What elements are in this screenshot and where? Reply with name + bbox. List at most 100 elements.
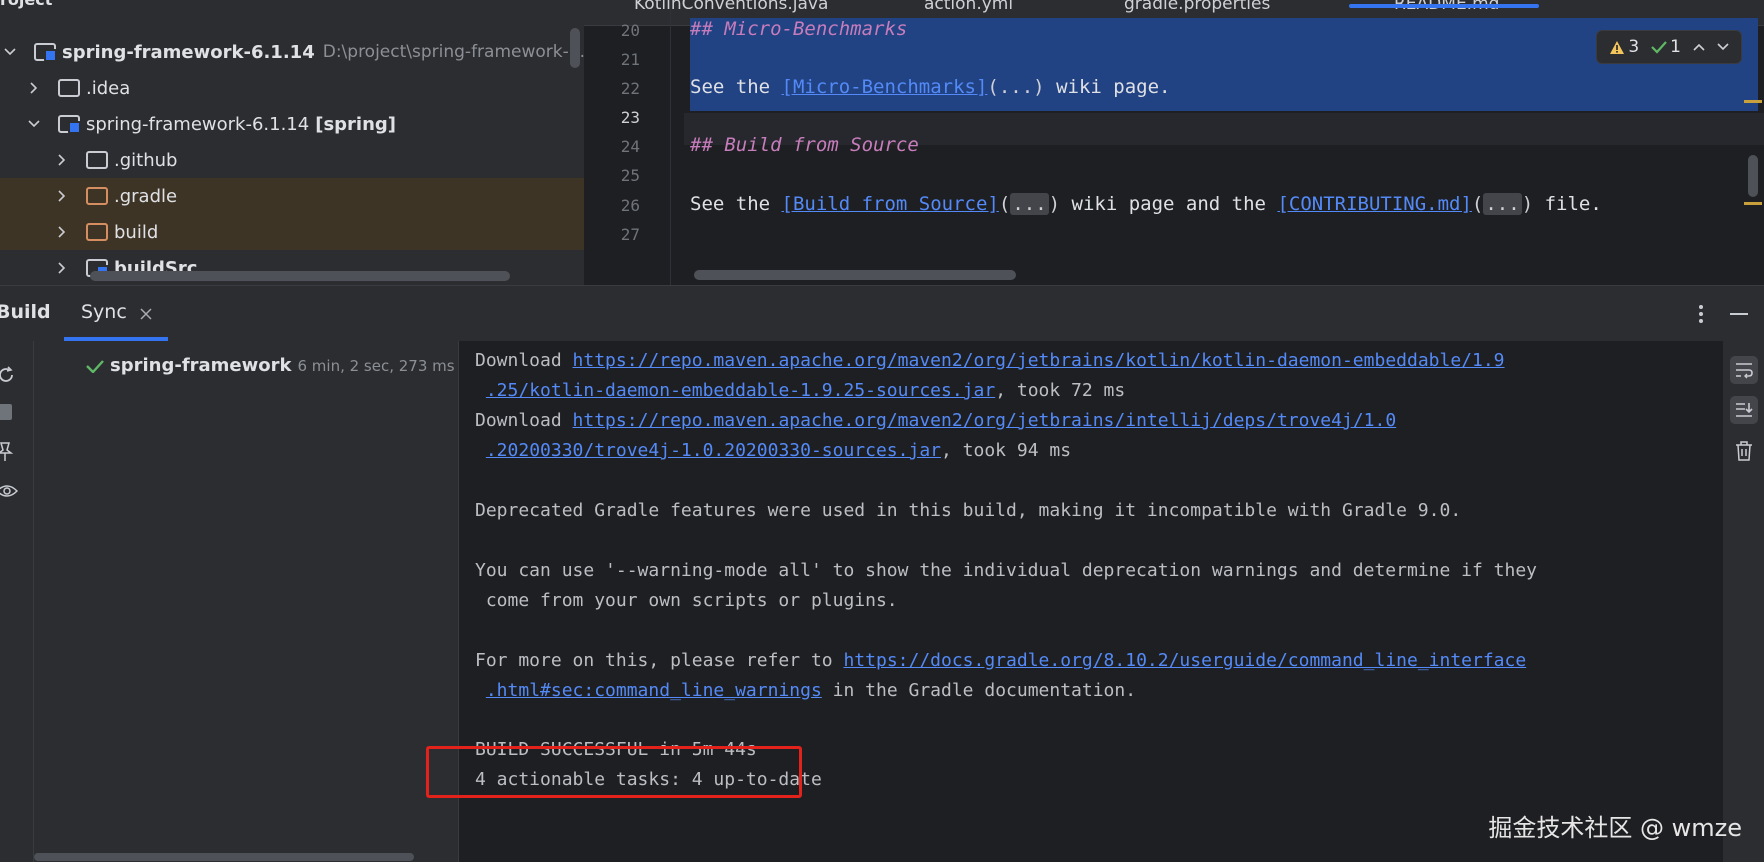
build-tree: spring-framework 6 min, 2 sec, 273 ms xyxy=(34,341,459,862)
scroll-to-end-button[interactable] xyxy=(1730,396,1758,424)
eye-icon[interactable] xyxy=(0,482,18,500)
tree-item-label: .gradle xyxy=(114,185,178,207)
ok-count[interactable]: 1 xyxy=(1651,37,1681,57)
chevron-right-icon[interactable] xyxy=(56,154,68,166)
console-text: Download xyxy=(475,350,573,371)
module-folder-icon xyxy=(58,115,81,134)
warning-icon xyxy=(1610,40,1625,54)
editor-pane: KotlinConventions.java action.yml gradle… xyxy=(584,0,1764,285)
chevron-right-icon[interactable] xyxy=(56,190,68,202)
tree-item-label: .idea xyxy=(86,77,131,99)
vertical-scrollbar[interactable] xyxy=(1748,155,1758,197)
more-options-icon[interactable] xyxy=(1698,304,1704,324)
code-text: See the xyxy=(690,76,782,98)
console-line: For more on this, please refer to https:… xyxy=(475,650,1526,671)
code-line[interactable]: See the [Micro-Benchmarks](...) wiki pag… xyxy=(690,76,1170,98)
watermark: 掘金技术社区 @ wmze xyxy=(1488,814,1742,842)
tree-item-gradle[interactable]: .gradle xyxy=(0,178,584,214)
tree-item-label: build xyxy=(114,221,159,243)
console-link[interactable]: .html#sec:command_line_warnings xyxy=(486,680,822,701)
ok-count-value: 1 xyxy=(1670,37,1681,57)
chevron-up-icon[interactable] xyxy=(1693,42,1705,52)
line-number: 25 xyxy=(620,166,640,185)
project-tool-window: roject spring-framework-6.1.14 D:\projec… xyxy=(0,0,584,285)
warning-count[interactable]: 3 xyxy=(1609,37,1639,57)
tab-build[interactable]: Build xyxy=(0,301,51,323)
tree-item-idea[interactable]: .idea xyxy=(0,70,584,106)
code-text: file. xyxy=(1533,193,1602,215)
line-number-current: 23 xyxy=(620,108,640,127)
highlight-annotation-box xyxy=(426,746,802,798)
tree-item-root[interactable]: spring-framework-6.1.14 D:\project\sprin… xyxy=(0,34,584,70)
folder-icon xyxy=(58,79,80,97)
tree-item-label: spring-framework-6.1.14 xyxy=(86,113,310,135)
markdown-link[interactable]: [Build from Source] xyxy=(782,193,999,215)
active-tab-indicator xyxy=(1349,4,1539,8)
tree-item-github[interactable]: .github xyxy=(0,142,584,178)
horizontal-scrollbar[interactable] xyxy=(34,853,414,861)
pin-icon[interactable] xyxy=(0,442,14,462)
chevron-right-icon[interactable] xyxy=(56,226,68,238)
code-line[interactable]: See the [Build from Source](...) wiki pa… xyxy=(690,193,1602,215)
console-link[interactable]: https://docs.gradle.org/8.10.2/userguide… xyxy=(843,650,1526,671)
console-text: , took 72 ms xyxy=(995,380,1126,401)
console-line: come from your own scripts or plugins. xyxy=(475,590,898,611)
scroll-marker[interactable] xyxy=(1744,100,1762,103)
code-text: See the xyxy=(690,193,782,215)
project-panel-title: roject xyxy=(0,0,52,9)
chevron-down-icon[interactable] xyxy=(1717,42,1729,52)
soft-wrap-icon xyxy=(1736,363,1753,379)
code-line-heading[interactable]: ## Micro-Benchmarks xyxy=(690,18,907,40)
minimize-icon[interactable] xyxy=(1730,313,1748,316)
tree-item-path: D:\project\spring-framework-6.1.1 xyxy=(322,42,584,62)
line-number: 20 xyxy=(620,21,640,40)
tab-kotlin-conventions[interactable]: KotlinConventions.java xyxy=(634,0,828,14)
tab-gradle-properties[interactable]: gradle.properties xyxy=(1124,0,1270,14)
folded-url[interactable]: (...) xyxy=(987,76,1044,98)
horizontal-scrollbar[interactable] xyxy=(694,270,1016,280)
vertical-scrollbar[interactable] xyxy=(570,28,580,68)
console-link[interactable]: https://repo.maven.apache.org/maven2/org… xyxy=(573,350,1505,371)
console-line: Download https://repo.maven.apache.org/m… xyxy=(475,350,1505,371)
excluded-folder-icon xyxy=(86,223,108,241)
reload-icon[interactable] xyxy=(0,365,16,385)
clear-all-button[interactable] xyxy=(1730,437,1758,465)
tab-action-yml[interactable]: action.yml xyxy=(924,0,1013,14)
tree-item-label: .github xyxy=(114,149,178,171)
line-number: 22 xyxy=(620,79,640,98)
line-number: 21 xyxy=(620,50,640,69)
code-text: wiki page. xyxy=(1044,76,1171,98)
tree-item-module[interactable]: spring-framework-6.1.14 [spring] xyxy=(0,106,584,142)
tree-item-module-tag: [spring] xyxy=(315,113,397,135)
code-text: wiki page and the xyxy=(1060,193,1278,215)
chevron-down-icon[interactable] xyxy=(4,46,16,58)
console-line: Download https://repo.maven.apache.org/m… xyxy=(475,410,1396,431)
chevron-right-icon[interactable] xyxy=(56,262,68,274)
excluded-folder-icon xyxy=(86,187,108,205)
trash-icon xyxy=(1736,441,1752,461)
tree-item-build[interactable]: build xyxy=(0,214,584,250)
soft-wrap-button[interactable] xyxy=(1730,356,1758,384)
chevron-right-icon[interactable] xyxy=(28,82,40,94)
code-text: ( xyxy=(998,193,1011,215)
markdown-link[interactable]: [CONTRIBUTING.md] xyxy=(1277,193,1471,215)
stop-icon[interactable] xyxy=(0,404,12,420)
console-link[interactable]: .20200330/trove4j-1.0.20200330-sources.j… xyxy=(486,440,941,461)
chevron-down-icon[interactable] xyxy=(28,118,40,130)
console-text: in the Gradle documentation. xyxy=(821,680,1137,701)
inspection-widget[interactable]: 3 1 xyxy=(1596,30,1742,64)
build-tool-window-header: Build Sync xyxy=(0,285,1764,341)
scroll-marker[interactable] xyxy=(1744,202,1762,205)
code-line-heading[interactable]: ## Build from Source xyxy=(690,134,919,156)
check-icon xyxy=(1651,41,1667,54)
close-icon[interactable] xyxy=(140,308,152,320)
build-tree-node[interactable]: spring-framework 6 min, 2 sec, 273 ms xyxy=(86,355,455,376)
tab-sync[interactable]: Sync xyxy=(81,301,127,323)
horizontal-scrollbar[interactable] xyxy=(90,271,510,281)
console-link[interactable]: https://repo.maven.apache.org/maven2/org… xyxy=(573,410,1397,431)
console-link[interactable]: .25/kotlin-daemon-embeddable-1.9.25-sour… xyxy=(486,380,995,401)
folded-url[interactable]: ... xyxy=(1010,193,1049,215)
markdown-link[interactable]: [Micro-Benchmarks] xyxy=(782,76,988,98)
folder-icon xyxy=(86,151,108,169)
folded-url[interactable]: ... xyxy=(1483,193,1522,215)
